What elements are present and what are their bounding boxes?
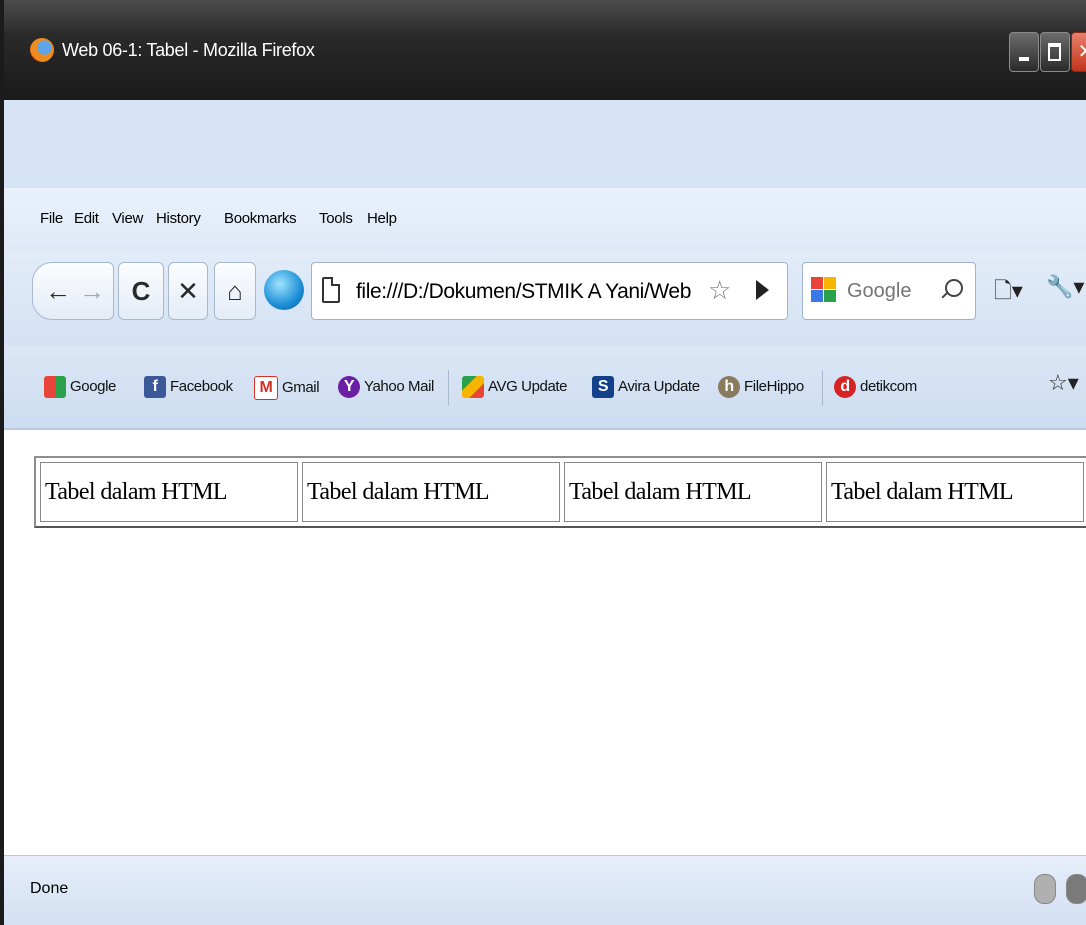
bookmark-detikcom[interactable]: d detikcom [834,376,917,398]
page-menu-icon[interactable]: 🗋▾ [994,274,1023,312]
table-cell: Tabel dalam HTML [826,462,1084,522]
avg-icon [462,376,484,398]
back-forward-group[interactable]: ← → [32,262,114,320]
bookmark-label: FileHippo [744,377,804,395]
firebug-status-icon[interactable] [1066,874,1086,904]
bookmark-label: Gmail [282,378,320,396]
back-icon[interactable]: ← [45,263,71,319]
table-cell: Tabel dalam HTML [302,462,560,522]
minimize-icon [1019,57,1029,61]
navigation-toolbar: ← → C ✕ ⌂ file:///D:/Dokumen/STMIK A Yan… [4,252,1086,346]
bookmark-label: Google [70,377,116,395]
url-input[interactable]: file:///D:/Dokumen/STMIK A Yani/Web [356,280,691,304]
bookmark-label: Yahoo Mail [364,377,434,395]
page-icon [322,277,340,303]
bookmark-star-icon[interactable]: ☆ [708,275,731,306]
url-bar[interactable]: file:///D:/Dokumen/STMIK A Yani/Web ☆ [311,262,788,320]
tools-menu-icon[interactable]: 🔧▾ [1046,274,1084,300]
reload-button[interactable]: C [118,262,164,320]
menu-tools[interactable]: Tools [319,210,353,227]
bookmark-filehippo[interactable]: h FileHippo [718,376,804,398]
stop-button[interactable]: ✕ [168,262,208,320]
home-button[interactable]: ⌂ [214,262,256,320]
avira-icon: S [592,376,614,398]
detik-icon: d [834,376,856,398]
bookmark-separator [822,370,823,406]
menu-bookmarks[interactable]: Bookmarks [224,210,297,227]
stylish-addon-icon[interactable] [264,270,304,310]
search-icon[interactable] [945,279,963,297]
window-title: Web 06-1: Tabel - Mozilla Firefox [62,40,315,60]
facebook-icon: f [144,376,166,398]
bookmarks-menu-icon[interactable]: ☆▾ [1048,370,1079,396]
bookmark-facebook[interactable]: f Facebook [144,376,233,398]
bookmark-separator [448,370,449,406]
table-cell: Tabel dalam HTML [564,462,822,522]
page-content: Tabel dalam HTML Tabel dalam HTML Tabel … [4,430,1086,855]
reload-icon: C [131,276,151,306]
status-bar: Done [4,855,1086,925]
menu-help[interactable]: Help [367,210,397,227]
close-button[interactable]: ✕ [1071,32,1086,72]
bookmark-avg-update[interactable]: AVG Update [462,376,568,398]
bookmark-label: AVG Update [488,377,568,395]
table-cell: Tabel dalam HTML [40,462,298,522]
search-input[interactable] [845,275,939,307]
bookmarks-toolbar: Google f Facebook M Gmail Y Yahoo Mail AVG … [4,346,1086,430]
go-arrow-icon[interactable] [756,280,769,300]
bookmark-yahoo-mail[interactable]: Y Yahoo Mail [338,376,434,398]
menu-edit[interactable]: Edit [74,210,99,227]
google-search-engine-icon[interactable] [811,277,837,308]
menu-view[interactable]: View [112,210,143,227]
minimize-button[interactable] [1009,32,1039,72]
bookmark-label: Avira Update [618,377,700,395]
bookmark-google[interactable]: Google [44,376,116,398]
yahoo-icon: Y [338,376,360,398]
firefox-logo-icon [30,38,54,62]
filehippo-icon: h [718,376,740,398]
search-bar[interactable] [802,262,976,320]
bookmark-label: Facebook [170,377,233,395]
close-icon: ✕ [1078,41,1086,63]
firefox-window: Web 06-1: Tabel - Mozilla Firefox ✕ File… [0,0,1086,925]
bookmark-gmail[interactable]: M Gmail [254,376,320,400]
maximize-icon [1048,43,1061,61]
gmail-icon: M [254,376,278,400]
bookmark-avira-update[interactable]: S Avira Update [592,376,700,398]
stop-icon: ✕ [177,276,199,306]
home-icon: ⌂ [227,276,243,306]
forward-icon[interactable]: → [79,263,105,319]
maximize-button[interactable] [1040,32,1070,72]
empty-toolbar-area [4,100,1086,188]
status-text: Done [30,880,69,897]
table-row: Tabel dalam HTML Tabel dalam HTML Tabel … [40,462,1084,522]
title-bar[interactable]: Web 06-1: Tabel - Mozilla Firefox ✕ [4,0,1086,100]
menu-file[interactable]: File [40,210,63,227]
google-icon [44,376,66,398]
bookmark-label: detikcom [860,377,917,395]
menu-bar: File Edit View History Bookmarks Tools H… [4,188,1086,252]
addon-status-icon[interactable] [1034,874,1056,904]
html-table: Tabel dalam HTML Tabel dalam HTML Tabel … [34,456,1086,528]
menu-history[interactable]: History [156,210,201,227]
